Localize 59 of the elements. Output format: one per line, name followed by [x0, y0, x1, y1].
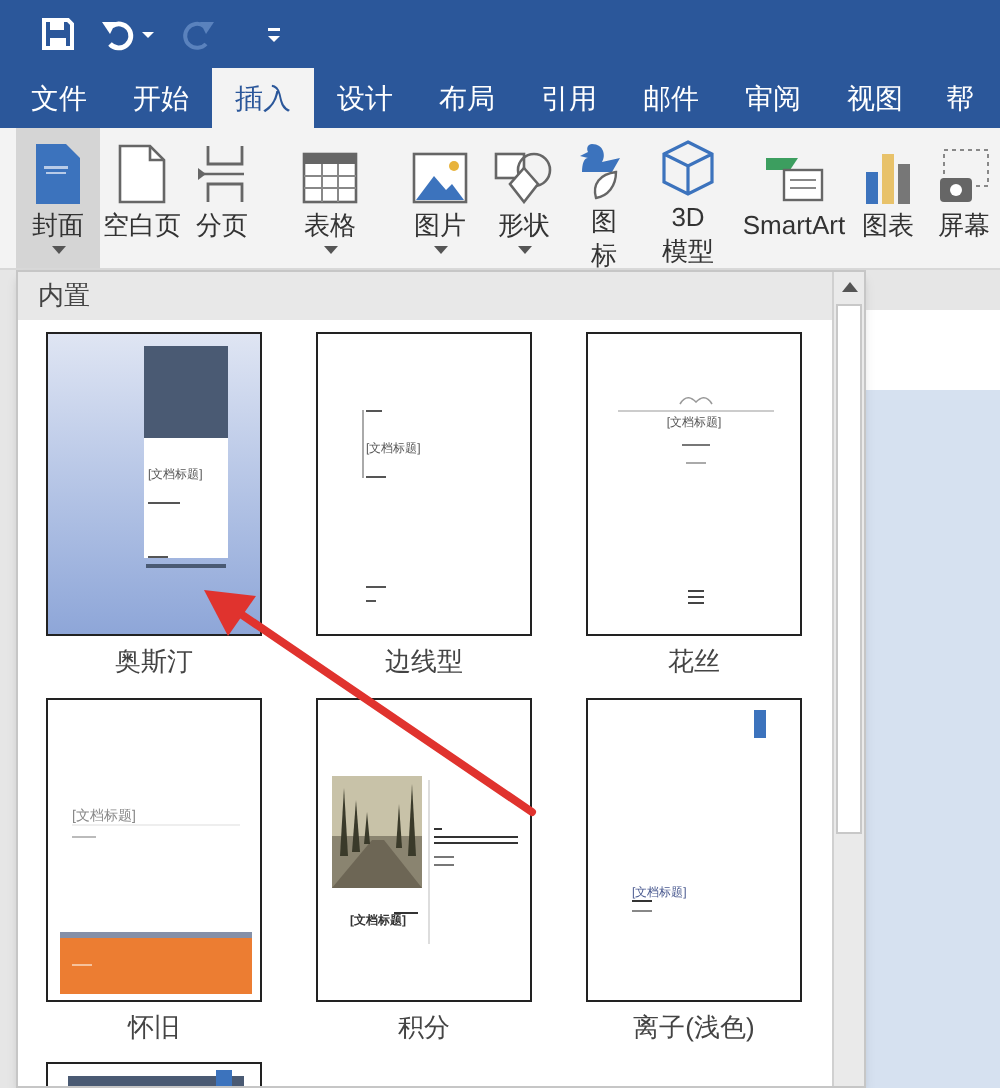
- ribbon-button[interactable]: 分页: [184, 128, 260, 268]
- cube-icon: [662, 140, 714, 196]
- header-block: [144, 346, 228, 438]
- cover-name: 怀旧: [128, 1009, 180, 1045]
- text-line: [688, 602, 704, 604]
- ribbon-tab[interactable]: 开始: [110, 68, 212, 128]
- cover-name: 花丝: [668, 644, 720, 680]
- ribbon-button[interactable]: 图表: [852, 128, 924, 268]
- ribbon-tab[interactable]: 审阅: [722, 68, 824, 128]
- ribbon-tab[interactable]: 引用: [518, 68, 620, 128]
- scroll-thumb[interactable]: [836, 304, 862, 834]
- scrollbar[interactable]: [832, 272, 864, 1086]
- text-line: [148, 502, 180, 504]
- cover-name: 离子(浅色): [633, 1009, 755, 1046]
- cover-name: 边线型: [385, 644, 463, 680]
- text-line: [434, 855, 454, 857]
- text-line: [688, 590, 704, 592]
- text-line: [434, 863, 454, 865]
- ribbon-tab[interactable]: 邮件: [620, 68, 722, 128]
- text-line: [148, 556, 168, 558]
- text-line: [434, 835, 518, 837]
- ribbon-button[interactable]: 图片: [400, 128, 480, 268]
- ribbon-button[interactable]: 屏幕: [924, 128, 1000, 268]
- ribbon-tab[interactable]: 布局: [416, 68, 518, 128]
- text-line: [632, 899, 652, 901]
- text-line: [146, 564, 226, 567]
- gallery-header: 内置: [38, 278, 90, 315]
- ribbon-tab[interactable]: 设计: [314, 68, 416, 128]
- text-line: [72, 835, 96, 837]
- scroll-up-icon[interactable]: [842, 282, 858, 292]
- text-line: [686, 462, 706, 464]
- text-line: [366, 586, 386, 588]
- undo-icon[interactable]: [100, 16, 136, 52]
- text-line: [366, 476, 386, 478]
- ribbon-tab[interactable]: 文件: [8, 68, 110, 128]
- cover-page-icon: [36, 140, 80, 204]
- blank-page-icon: [118, 140, 166, 204]
- ribbon-tab[interactable]: 插入: [212, 68, 314, 128]
- ribbon-button[interactable]: 表格: [280, 128, 380, 268]
- text-line: [688, 596, 704, 598]
- text-line: [366, 410, 382, 412]
- save-icon[interactable]: [40, 16, 76, 52]
- ribbon-button[interactable]: SmartArt: [736, 128, 852, 268]
- ribbon-button[interactable]: 3D 模型: [640, 128, 736, 268]
- text-line: [632, 909, 652, 911]
- ribbon-tab[interactable]: 视图: [824, 68, 926, 128]
- ribbon-button[interactable]: 封面: [16, 128, 100, 268]
- ribbon-button[interactable]: 图标: [568, 128, 640, 268]
- text-line: [394, 911, 418, 913]
- text-line: [72, 963, 92, 965]
- ribbon-button[interactable]: 空白页: [100, 128, 184, 268]
- cover-name: 积分: [398, 1009, 450, 1045]
- page-break-icon: [196, 140, 248, 204]
- text-line: [682, 444, 710, 446]
- text-line: [434, 841, 518, 843]
- ribbon-tab[interactable]: 帮: [926, 68, 986, 128]
- ribbon-button[interactable]: 形状: [480, 128, 568, 268]
- cover-name: 奥斯汀: [115, 644, 193, 680]
- accent-tab: [754, 709, 766, 737]
